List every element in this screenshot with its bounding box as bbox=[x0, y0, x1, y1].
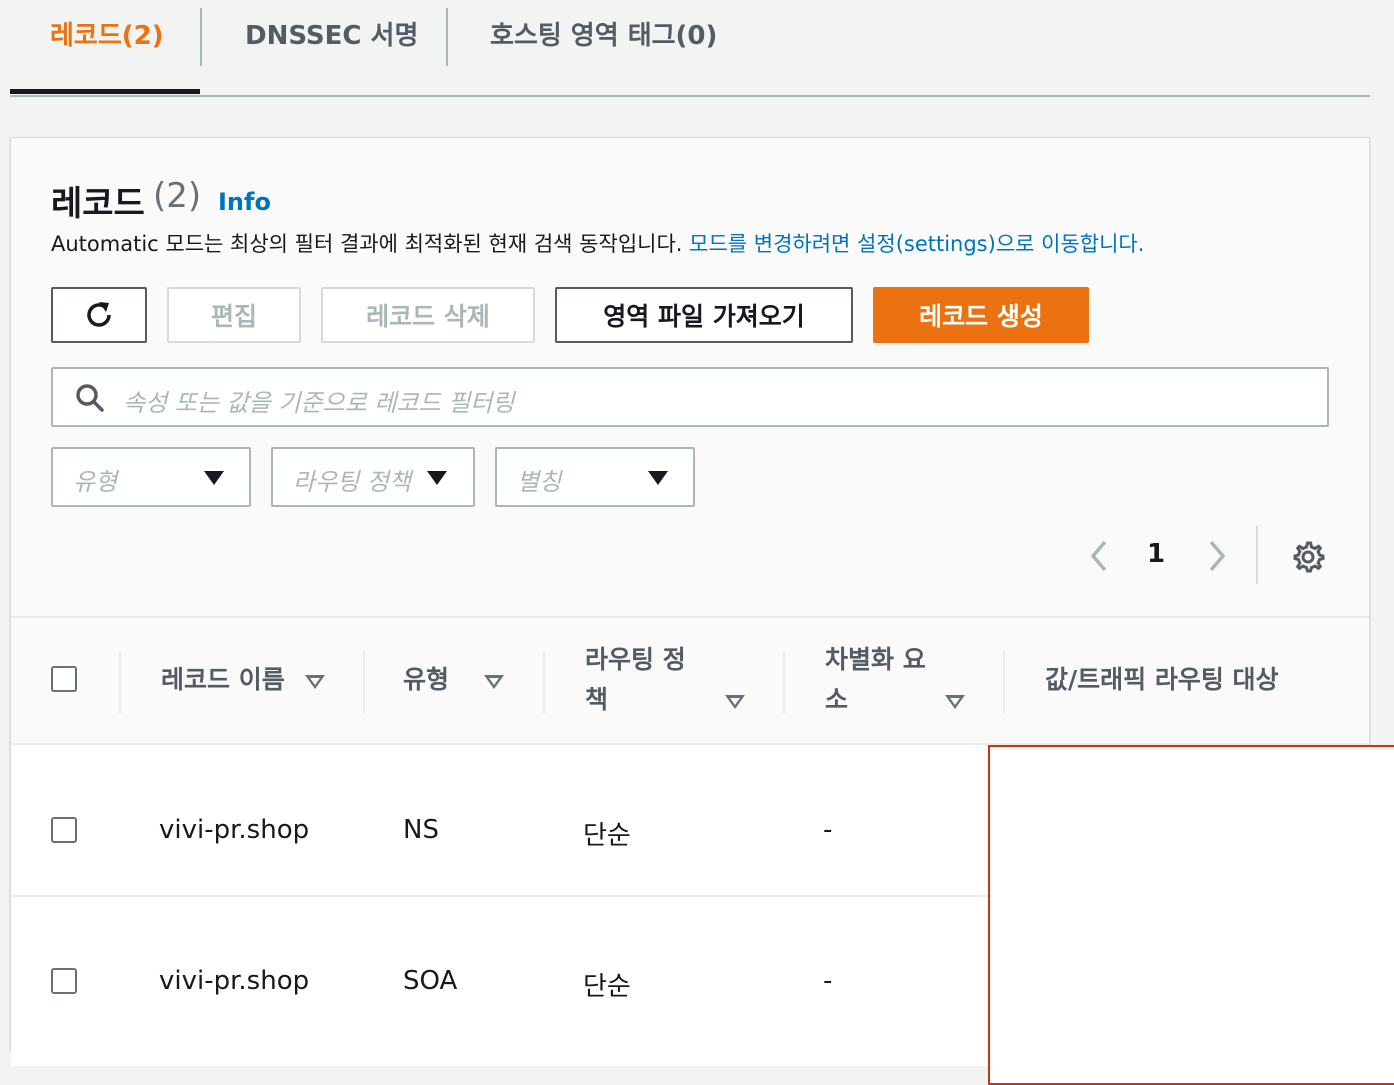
column-divider bbox=[543, 651, 545, 713]
caret-down-icon bbox=[648, 471, 668, 485]
row-checkbox[interactable] bbox=[51, 817, 77, 843]
create-record-button[interactable]: 레코드 생성 bbox=[873, 287, 1089, 343]
tab-dnssec[interactable]: DNSSEC 서명 bbox=[245, 0, 418, 72]
description-text: Automatic 모드는 최상의 필터 결과에 최적화된 현재 검색 동작입니… bbox=[51, 232, 683, 256]
active-tab-indicator bbox=[10, 89, 200, 94]
column-header-diff-line2: 소 bbox=[825, 685, 849, 714]
column-header-routing-line2: 책 bbox=[585, 685, 609, 714]
column-header-routing-line1: 라우팅 정 bbox=[585, 645, 686, 674]
select-all-checkbox[interactable] bbox=[51, 666, 77, 692]
record-count: (2) bbox=[153, 176, 202, 216]
differentiator-cell: - bbox=[823, 966, 833, 996]
routing-policy-cell: 단순 bbox=[583, 972, 631, 1002]
tab-records[interactable]: 레코드(2) bbox=[50, 0, 164, 72]
tab-tags[interactable]: 호스팅 영역 태그(0) bbox=[490, 0, 717, 72]
type-filter-select[interactable]: 유형 bbox=[51, 447, 251, 507]
column-divider bbox=[783, 651, 785, 713]
sort-icon[interactable] bbox=[725, 695, 745, 709]
sort-icon[interactable] bbox=[945, 695, 965, 709]
column-header-type[interactable]: 유형 bbox=[403, 660, 449, 700]
alias-filter-placeholder: 별칭 bbox=[517, 468, 562, 496]
caret-down-icon bbox=[427, 471, 447, 485]
tab-bar: 레코드(2) DNSSEC 서명 호스팅 영역 태그(0) bbox=[10, 0, 1370, 97]
record-type-cell: NS bbox=[403, 815, 439, 845]
tab-divider bbox=[446, 8, 448, 66]
column-divider bbox=[1003, 651, 1005, 713]
search-placeholder: 속성 또는 값을 기준으로 레코드 필터링 bbox=[123, 389, 515, 417]
panel-header: 레코드 (2) Info Automatic 모드는 최상의 필터 결과에 최적… bbox=[11, 138, 1369, 618]
current-page-number[interactable]: 1 bbox=[1147, 539, 1165, 569]
differentiator-cell: - bbox=[823, 815, 833, 845]
import-zone-file-button[interactable]: 영역 파일 가져오기 bbox=[555, 287, 853, 343]
column-header-differentiator[interactable]: 차별화 요 소 bbox=[825, 640, 926, 720]
routing-policy-filter-select[interactable]: 라우팅 정책 bbox=[271, 447, 475, 507]
info-link[interactable]: Info bbox=[218, 188, 271, 216]
routing-policy-cell: 단순 bbox=[583, 821, 631, 851]
column-header-value[interactable]: 값/트래픽 라우팅 대상 bbox=[1045, 660, 1279, 700]
caret-down-icon bbox=[204, 471, 224, 485]
table-header: 레코드 이름 유형 라우팅 정 책 차별화 요 소 값/트래픽 라우팅 대상 bbox=[11, 618, 1369, 745]
record-name-cell: vivi-pr.shop bbox=[159, 966, 310, 996]
chevron-right-icon[interactable] bbox=[1201, 538, 1231, 574]
column-header-routing-policy[interactable]: 라우팅 정 책 bbox=[585, 640, 686, 720]
row-checkbox[interactable] bbox=[51, 968, 77, 994]
column-divider bbox=[363, 651, 365, 713]
refresh-button[interactable] bbox=[51, 287, 147, 343]
tab-divider bbox=[200, 8, 202, 66]
delete-record-button[interactable]: 레코드 삭제 bbox=[321, 287, 535, 343]
redaction-box bbox=[988, 745, 1394, 1085]
chevron-left-icon[interactable] bbox=[1085, 538, 1115, 574]
column-divider bbox=[119, 651, 121, 713]
edit-button[interactable]: 편집 bbox=[167, 287, 301, 343]
record-name-cell: vivi-pr.shop bbox=[159, 815, 310, 845]
gear-icon[interactable] bbox=[1291, 540, 1325, 574]
alias-filter-select[interactable]: 별칭 bbox=[495, 447, 695, 507]
refresh-icon bbox=[87, 302, 111, 327]
panel-title: 레코드 bbox=[51, 184, 145, 224]
column-header-diff-line1: 차별화 요 bbox=[825, 645, 926, 674]
settings-link[interactable]: 모드를 변경하려면 설정(settings)으로 이동합니다. bbox=[689, 232, 1144, 256]
pagination-divider bbox=[1256, 526, 1258, 584]
sort-icon[interactable] bbox=[484, 675, 504, 689]
panel-description: Automatic 모드는 최상의 필터 결과에 최적화된 현재 검색 동작입니… bbox=[51, 228, 1144, 258]
column-header-record-name[interactable]: 레코드 이름 bbox=[161, 660, 285, 700]
routing-filter-placeholder: 라우팅 정책 bbox=[293, 468, 412, 496]
filter-search-input[interactable]: 속성 또는 값을 기준으로 레코드 필터링 bbox=[51, 367, 1329, 427]
record-type-cell: SOA bbox=[403, 966, 458, 996]
search-icon bbox=[76, 384, 104, 412]
type-filter-placeholder: 유형 bbox=[73, 468, 118, 496]
sort-icon[interactable] bbox=[305, 675, 325, 689]
